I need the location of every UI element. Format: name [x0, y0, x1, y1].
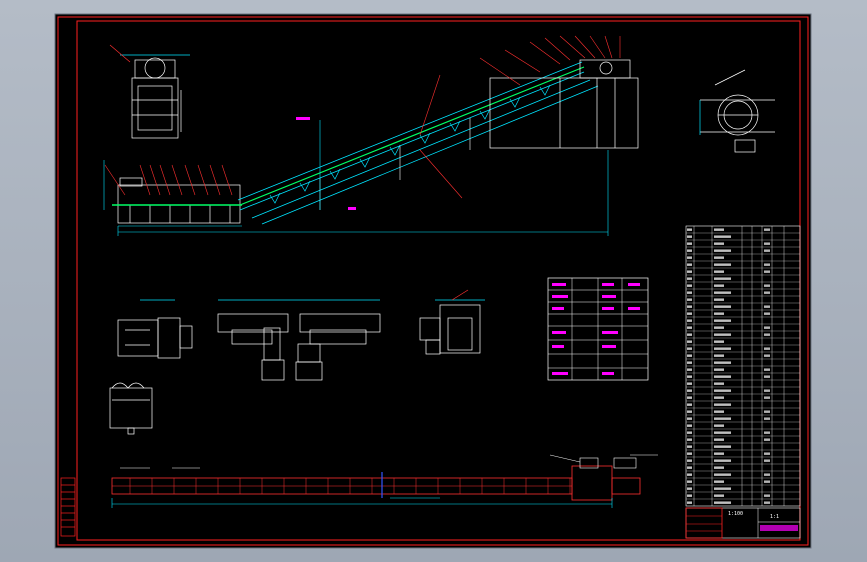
- sheet-text: 1:1: [770, 514, 779, 520]
- scale-text: 1:100: [728, 511, 743, 517]
- bill-of-materials: [685, 225, 801, 507]
- conveyor-assembly-drawing[interactable]: 1:100 1:1: [0, 0, 867, 562]
- cad-viewport[interactable]: 1:100 1:1: [0, 0, 867, 562]
- drawing-sheet: [54, 13, 812, 549]
